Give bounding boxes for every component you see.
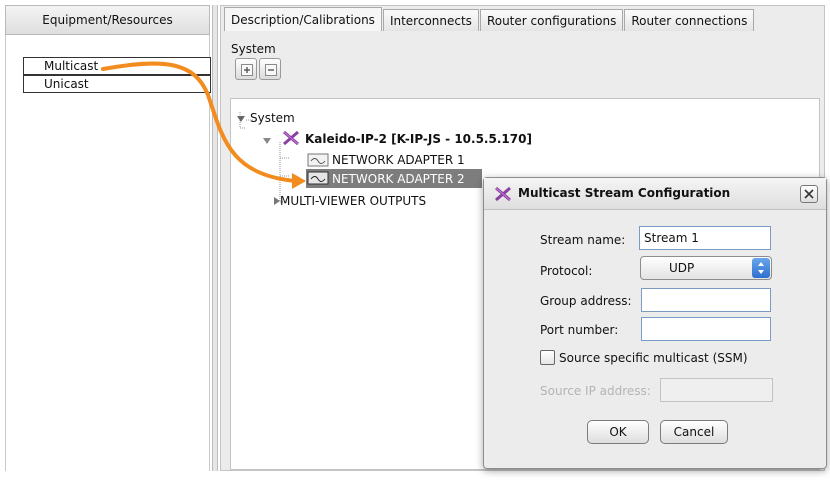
ssm-checkbox[interactable] <box>540 350 555 365</box>
equipment-resources-header: Equipment/Resources <box>5 5 210 35</box>
system-section-label: System <box>231 42 276 56</box>
network-adapter-icon <box>307 171 329 185</box>
dialog-title-bar[interactable]: Multicast Stream Configuration <box>484 178 826 210</box>
tab-label: Description/Calibrations <box>231 13 375 27</box>
device-icon <box>283 130 299 146</box>
close-button[interactable] <box>800 185 818 203</box>
stream-name-label: Stream name: <box>540 233 626 247</box>
tree-node-multiviewer-outputs[interactable]: MULTI-VIEWER OUTPUTS <box>280 194 426 208</box>
ok-button[interactable]: OK <box>587 420 649 444</box>
list-item-unicast[interactable]: Unicast <box>23 75 211 93</box>
multicast-stream-dialog: Multicast Stream Configuration Stream na… <box>483 177 827 469</box>
tab-description-calibrations[interactable]: Description/Calibrations <box>224 7 382 31</box>
source-ip-label: Source IP address: <box>540 384 651 398</box>
panel-splitter[interactable] <box>212 5 218 471</box>
tab-label: Router configurations <box>486 14 617 28</box>
device-icon <box>495 186 511 202</box>
tab-bar: Description/Calibrations Interconnects R… <box>224 7 755 31</box>
equipment-resources-list: Multicast Unicast <box>5 35 211 471</box>
tab-router-configurations[interactable]: Router configurations <box>479 9 624 31</box>
protocol-select[interactable]: UDP <box>640 256 772 280</box>
list-item-label: Unicast <box>44 77 89 91</box>
list-item-label: Multicast <box>44 59 99 73</box>
expand-icon <box>241 64 253 76</box>
tree-node-device[interactable]: Kaleido-IP-2 [K-IP-JS - 10.5.5.170] <box>305 132 532 146</box>
ssm-label: Source specific multicast (SSM) <box>559 351 748 365</box>
source-ip-field <box>660 378 773 402</box>
collapse-all-button[interactable] <box>259 58 281 80</box>
tab-label: Interconnects <box>389 14 472 28</box>
equipment-resources-title: Equipment/Resources <box>42 13 173 27</box>
port-number-field[interactable] <box>641 317 771 341</box>
dialog-title: Multicast Stream Configuration <box>518 186 731 200</box>
network-adapter-icon <box>307 153 329 167</box>
protocol-value: UDP <box>669 261 695 275</box>
expanded-triangle-icon[interactable] <box>236 114 246 124</box>
stream-name-field[interactable]: Stream 1 <box>639 226 771 250</box>
protocol-label: Protocol: <box>540 264 593 278</box>
tree-node-system[interactable]: System <box>250 111 295 125</box>
port-number-label: Port number: <box>540 323 619 337</box>
collapse-icon <box>265 64 277 76</box>
group-address-label: Group address: <box>540 294 632 308</box>
expanded-triangle-icon[interactable] <box>262 136 272 146</box>
cancel-button[interactable]: Cancel <box>660 420 728 444</box>
expand-all-button[interactable] <box>235 58 257 80</box>
select-arrows-icon <box>752 258 770 278</box>
close-icon <box>804 189 814 199</box>
group-address-field[interactable] <box>641 288 771 312</box>
tree-node-adapter-1[interactable]: NETWORK ADAPTER 1 <box>332 153 465 167</box>
tab-router-connections[interactable]: Router connections <box>624 9 755 31</box>
tree-node-adapter-2[interactable]: NETWORK ADAPTER 2 <box>332 172 465 186</box>
tab-interconnects[interactable]: Interconnects <box>382 9 479 31</box>
tab-label: Router connections <box>631 14 748 28</box>
list-item-multicast[interactable]: Multicast <box>23 57 211 75</box>
